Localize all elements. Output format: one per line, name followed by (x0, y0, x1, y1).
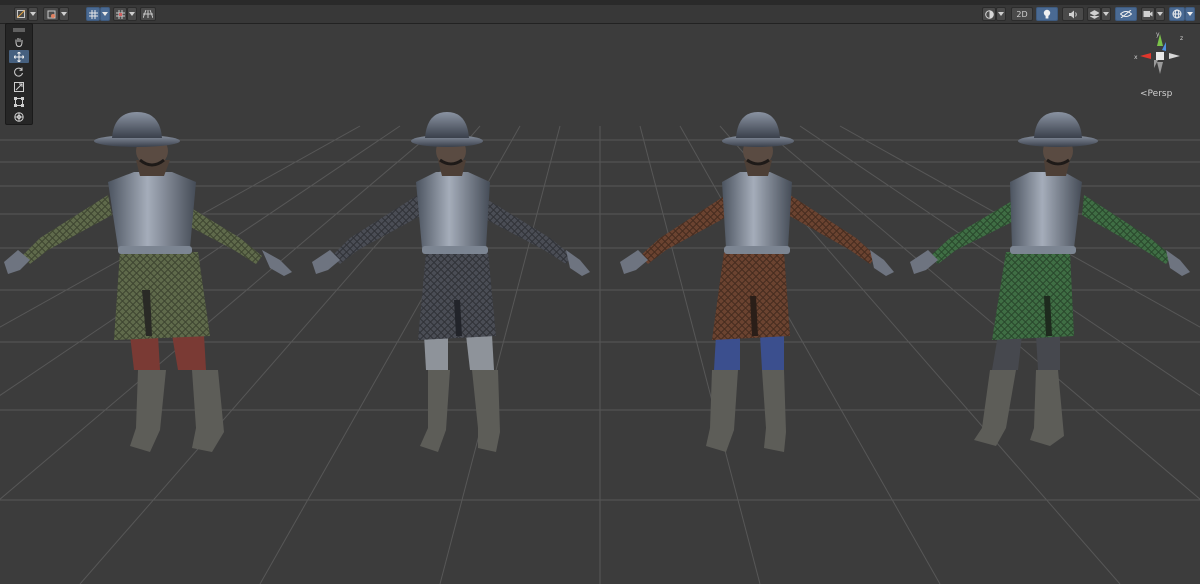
chevron-down-icon (102, 12, 108, 16)
grid-icon (143, 10, 153, 18)
gizmo-center-cube[interactable] (1156, 52, 1164, 60)
draw-mode-dropdown[interactable] (28, 7, 38, 21)
chevron-down-icon (1157, 12, 1163, 16)
snap-increment-button[interactable] (113, 7, 127, 21)
effects-dropdown[interactable] (1101, 7, 1111, 21)
neg-x-axis-cone[interactable] (1169, 53, 1180, 59)
chevron-down-icon (61, 12, 67, 16)
camera-button[interactable] (1141, 7, 1155, 21)
neg-y-axis-cone[interactable] (1157, 62, 1163, 74)
grid-snap-button[interactable] (86, 7, 100, 21)
view-tool-button[interactable] (9, 35, 29, 48)
neg-z-axis-cone[interactable] (1154, 60, 1158, 68)
gizmo-x-label: x (1134, 54, 1138, 61)
transform-tool-button[interactable] (9, 110, 29, 123)
snap-increment-icon (115, 9, 125, 19)
camera-icon (1143, 11, 1153, 17)
scene-toolbar: 2D (0, 5, 1200, 24)
globe-icon (1172, 9, 1182, 19)
rotate-tool-button[interactable] (9, 65, 29, 78)
move-icon (14, 51, 24, 62)
camera-dropdown[interactable] (1155, 7, 1165, 21)
visibility-toggle-button[interactable] (1115, 7, 1137, 21)
audio-toggle-button[interactable] (1062, 7, 1084, 21)
draw-mode-button[interactable] (14, 7, 28, 21)
transform-icon (14, 111, 24, 122)
character-model-1[interactable] (4, 112, 292, 452)
effects-icon (1089, 9, 1099, 19)
draw-mode-icon (17, 10, 25, 18)
toggle-grid-button[interactable] (140, 7, 156, 21)
scale-icon (14, 81, 24, 92)
rect-transform-icon (14, 96, 24, 107)
palette-grip-icon[interactable] (9, 27, 29, 33)
x-axis-cone[interactable] (1140, 53, 1151, 59)
light-bulb-icon (1043, 9, 1051, 19)
lighting-toggle-button[interactable] (1036, 7, 1058, 21)
chevron-down-icon (1187, 12, 1193, 16)
snap-increment-dropdown[interactable] (127, 7, 137, 21)
render-mode-icon (47, 10, 55, 18)
audio-icon (1069, 10, 1077, 18)
scale-tool-button[interactable] (9, 80, 29, 93)
2d-toggle-button[interactable]: 2D (1011, 7, 1033, 21)
hand-icon (15, 37, 23, 47)
grid-snap-icon (88, 9, 98, 19)
gizmos-dropdown[interactable] (1185, 7, 1195, 21)
projection-label: Persp (1147, 89, 1173, 99)
perspective-chevron-icon: < (1140, 89, 1148, 99)
projection-toggle[interactable]: <Persp (1140, 89, 1172, 99)
rect-tool-button[interactable] (9, 95, 29, 108)
z-axis-cone[interactable] (1162, 42, 1166, 51)
gizmo-y-label: y (1156, 31, 1160, 38)
scene-viewport[interactable] (0, 24, 1200, 584)
render-mode-button[interactable] (43, 7, 59, 21)
shading-dropdown[interactable] (996, 7, 1006, 21)
grid-snap-dropdown[interactable] (100, 7, 110, 21)
character-model-3[interactable] (620, 112, 894, 452)
rotate-icon (14, 67, 23, 77)
character-model-2[interactable] (312, 112, 590, 452)
shading-icon (984, 9, 994, 19)
hidden-eye-icon (1120, 10, 1132, 18)
chevron-down-icon (998, 12, 1004, 16)
render-mode-dropdown[interactable] (59, 7, 69, 21)
chevron-down-icon (129, 12, 135, 16)
shading-button[interactable] (982, 7, 996, 21)
gizmo-z-label: z (1180, 35, 1183, 42)
gizmos-button[interactable] (1169, 7, 1185, 21)
tool-palette (5, 23, 33, 125)
effects-button[interactable] (1087, 7, 1101, 21)
move-tool-button[interactable] (9, 50, 29, 63)
chevron-down-icon (30, 12, 36, 16)
chevron-down-icon (1103, 12, 1109, 16)
orientation-gizmo[interactable]: x y z (1128, 30, 1188, 86)
